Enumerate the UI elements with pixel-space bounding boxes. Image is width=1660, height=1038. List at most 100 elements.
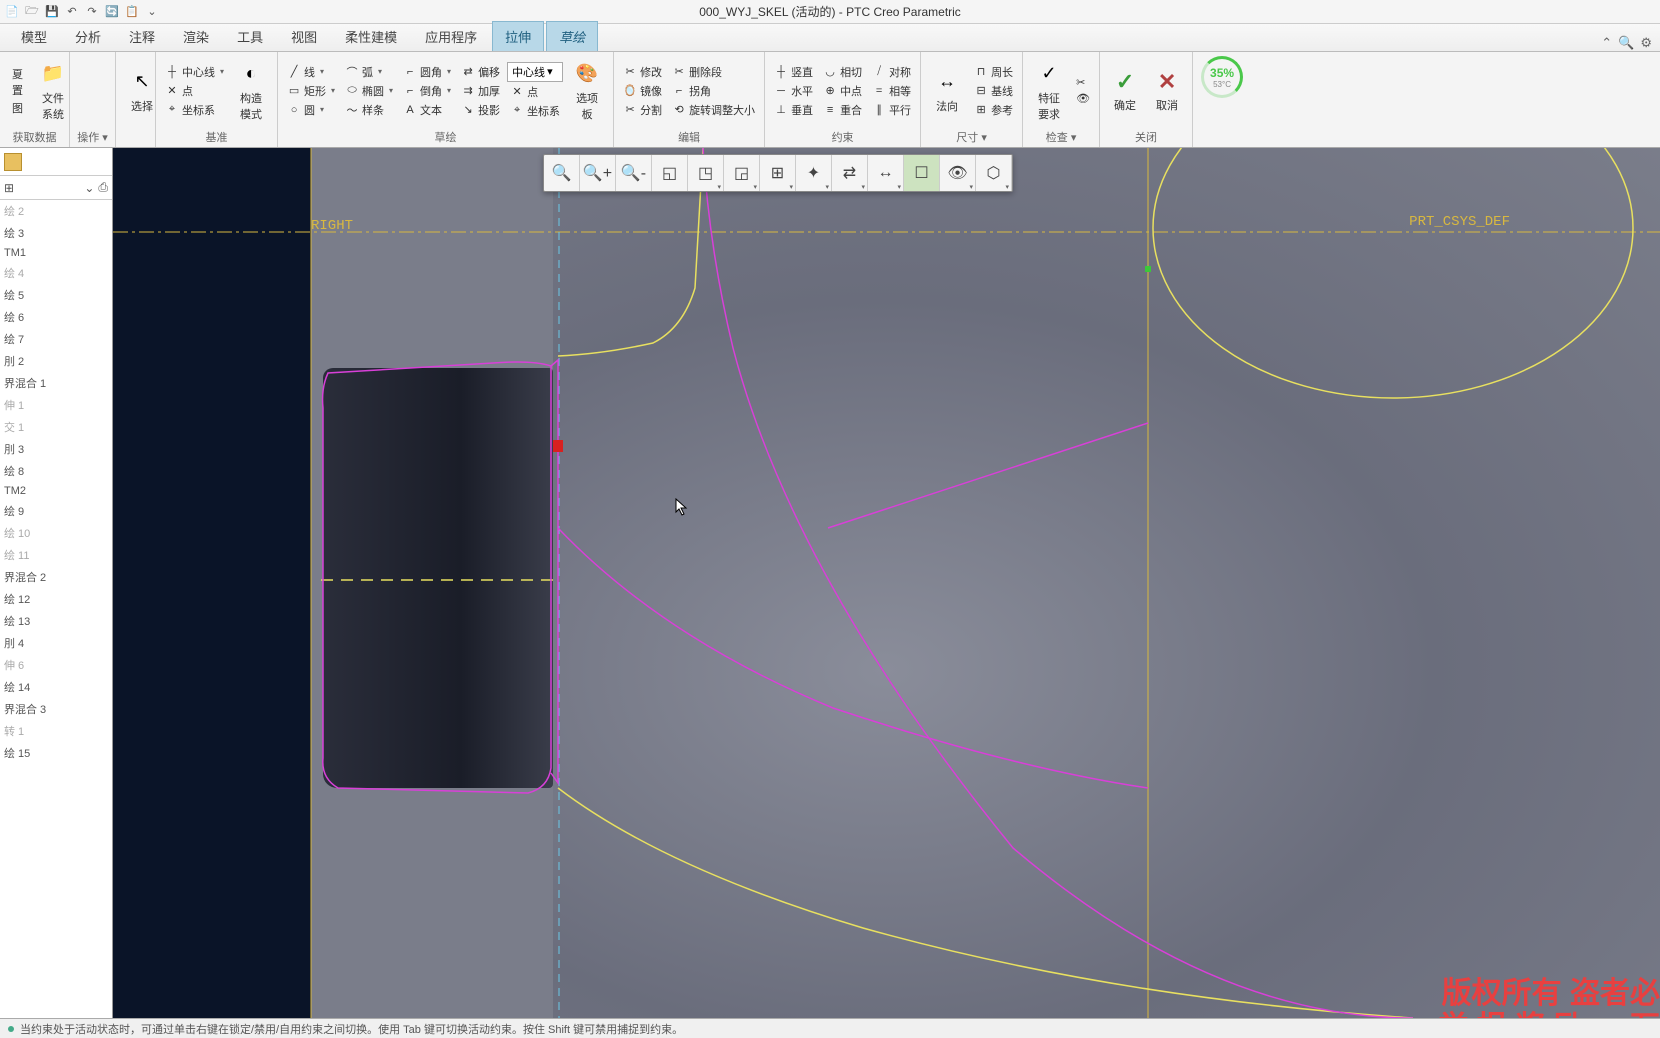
tab-flexible[interactable]: 柔性建模 [332,21,410,51]
palette-button[interactable]: 🎨选项 板 [567,58,607,124]
tree-item[interactable]: 绘 13 [0,610,112,632]
zoom-out-icon[interactable]: 🔍- [616,155,652,191]
performance-gauge[interactable]: 35% 53°C [1201,56,1243,98]
tree-item[interactable]: 界混合 3 [0,698,112,720]
tree-show-icon[interactable]: ⎙ [98,180,108,195]
tree-item[interactable]: 绘 10 [0,522,112,544]
tab-analysis[interactable]: 分析 [62,21,114,51]
qat-dropdown-icon[interactable]: ⌄ [144,4,160,20]
horizontal-button[interactable]: ─水平 [771,82,816,100]
tangent-button[interactable]: ◡相切 [820,63,865,81]
tree-item[interactable]: 交 1 [0,416,112,438]
tree-item[interactable]: 伸 6 [0,654,112,676]
redo-icon[interactable]: ↷ [84,4,100,20]
open-icon[interactable]: 🗁 [24,4,40,20]
tree-item[interactable]: 绘 6 [0,306,112,328]
point2-button[interactable]: ✕点 [507,83,563,101]
tab-tools[interactable]: 工具 [224,21,276,51]
chamfer-button[interactable]: ⌐倒角▾ [400,82,454,100]
feature-req-button[interactable]: ✓特征 要求 [1029,58,1069,124]
zoom-refit-icon[interactable]: 🔍 [544,155,580,191]
options-icon[interactable]: ⚙ [1640,35,1652,51]
circle-button[interactable]: ○圆▾ [284,101,338,119]
undo-icon[interactable]: ↶ [64,4,80,20]
ok-button[interactable]: ✓确定 [1106,67,1144,115]
group-label[interactable]: 操作 ▾ [70,129,115,147]
ellipse-button[interactable]: ⬭椭圆▾ [342,82,396,100]
tree-item[interactable]: 转 1 [0,720,112,742]
spline-button[interactable]: 〜样条 [342,101,396,119]
save-icon[interactable]: 💾 [44,4,60,20]
spin-icon[interactable]: 👁 [940,155,976,191]
vertical-button[interactable]: ┼竖直 [771,63,816,81]
divide-button[interactable]: ✂分割 [620,101,665,119]
coincident-button[interactable]: ≡重合 [820,101,865,119]
line-button[interactable]: ╱线▾ [284,63,338,81]
tab-model[interactable]: 模型 [8,21,60,51]
tree-item[interactable]: 绘 5 [0,284,112,306]
datum-plane-icon[interactable]: ↔ [868,155,904,191]
baseline-button[interactable]: ⊟基线 [971,82,1016,100]
mirror-button[interactable]: 🪞镜像 [620,82,665,100]
windows-icon[interactable]: 📋 [124,4,140,20]
reference-button[interactable]: ⊞参考 [971,101,1016,119]
tree-item[interactable]: TM1 [0,244,112,262]
modify-button[interactable]: ✂修改 [620,63,665,81]
datum-point-icon[interactable]: ⇄ [832,155,868,191]
tree-item[interactable]: 伸 1 [0,394,112,416]
symmetric-button[interactable]: ⧸对称 [869,63,914,81]
tab-view[interactable]: 视图 [278,21,330,51]
tree-filter-icon[interactable]: ⊞ [4,181,14,195]
centerline-button[interactable]: ┼中心线▾ [162,63,227,81]
minimize-ribbon-icon[interactable]: ⌃ [1601,35,1612,51]
tree-item[interactable]: 界混合 2 [0,566,112,588]
model-tree[interactable]: 绘 2绘 3TM1绘 4绘 5绘 6绘 7刖 2界混合 1伸 1交 1刖 3绘 … [0,200,112,1018]
tree-item[interactable]: 绘 4 [0,262,112,284]
new-icon[interactable]: 📄 [4,4,20,20]
delete-seg-button[interactable]: ✂删除段 [669,63,758,81]
arc-button[interactable]: ⌒弧▾ [342,63,396,81]
project-button[interactable]: ↘投影 [458,101,503,119]
tree-item[interactable]: 绘 12 [0,588,112,610]
normal-dim-button[interactable]: ↔法向 [927,66,967,116]
text-button[interactable]: A文本 [400,101,454,119]
tree-item[interactable]: 刖 3 [0,438,112,460]
set-button[interactable]: 夏置图 [6,64,29,118]
view-mgr-icon[interactable]: ⊞ [760,155,796,191]
tab-render[interactable]: 渲染 [170,21,222,51]
folder-icon[interactable] [4,153,22,171]
tree-item[interactable]: 绘 15 [0,742,112,764]
thicken-button[interactable]: ⇉加厚 [458,82,503,100]
fillet-button[interactable]: ⌐圆角▾ [400,63,454,81]
tree-item[interactable]: TM2 [0,482,112,500]
offset-button[interactable]: ⇄偏移 [458,63,503,81]
tree-settings-icon[interactable]: ⌄ [84,181,94,195]
search-icon[interactable]: 🔍 [1618,35,1634,51]
equal-button[interactable]: =相等 [869,82,914,100]
point-button[interactable]: ✕点 [162,82,227,100]
repaint-icon[interactable]: ◱ [652,155,688,191]
tab-annotate[interactable]: 注释 [116,21,168,51]
tab-extrude[interactable]: 拉伸 [492,21,544,51]
display-style-icon[interactable]: ◳ [688,155,724,191]
perimeter-button[interactable]: ⊓周长 [971,63,1016,81]
corner-button[interactable]: ⌐拐角 [669,82,758,100]
datum-axis-icon[interactable]: ✦ [796,155,832,191]
tree-item[interactable]: 绘 9 [0,500,112,522]
overlap-icon[interactable]: ✂ [1073,75,1093,90]
zoom-in-icon[interactable]: 🔍+ [580,155,616,191]
tab-apps[interactable]: 应用程序 [412,21,490,51]
tree-item[interactable]: 界混合 1 [0,372,112,394]
tree-item[interactable]: 绘 2 [0,200,112,222]
tree-item[interactable]: 刖 4 [0,632,112,654]
graphics-window[interactable]: RIGHT PRT_CSYS_DEF 🔍🔍+🔍-◱◳◲⊞✦⇄↔☐👁⬡ 版权所有 … [113,148,1660,1018]
tree-item[interactable]: 绘 8 [0,460,112,482]
parallel-button[interactable]: ∥平行 [869,101,914,119]
tab-sketch[interactable]: 草绘 [546,21,598,51]
csys-button[interactable]: ⌖坐标系 [162,101,227,119]
csys2-button[interactable]: ⌖坐标系 [507,102,563,120]
tree-item[interactable]: 刖 2 [0,350,112,372]
saved-views-icon[interactable]: ◲ [724,155,760,191]
highlight-icon[interactable]: 👁 [1073,91,1093,106]
tree-item[interactable]: 绘 7 [0,328,112,350]
